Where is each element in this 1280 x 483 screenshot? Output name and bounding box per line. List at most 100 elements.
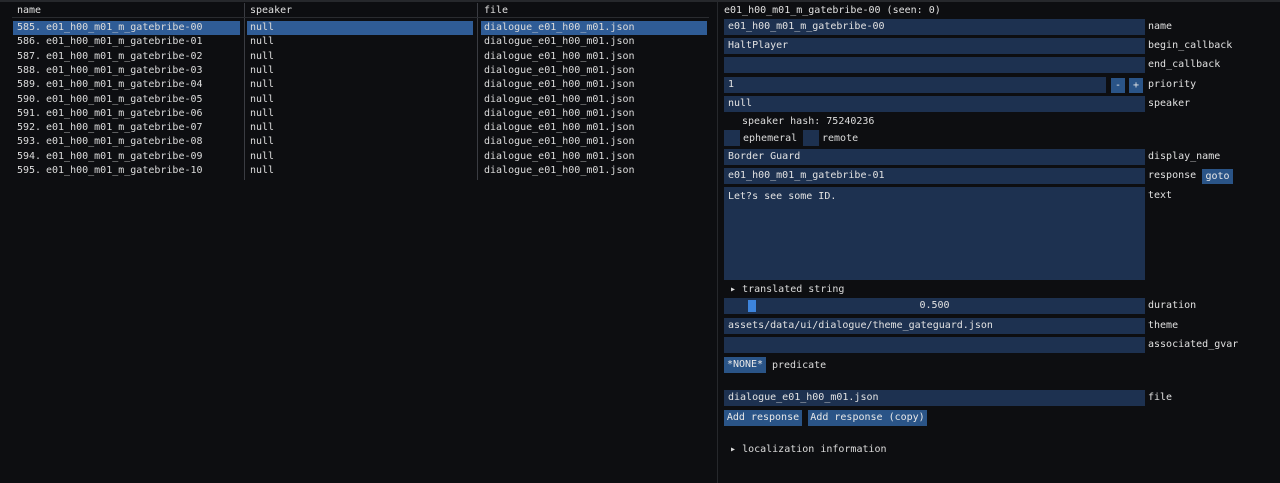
predicate-button[interactable]: *NONE*: [724, 357, 766, 373]
row-index-cell: 595.: [17, 165, 42, 176]
duration-label: duration: [1148, 300, 1197, 311]
table-row[interactable]: 593. e01_h00_m01_m_gatebribe-08 null dialog…: [0, 135, 717, 149]
add-response-button[interactable]: Add response: [724, 410, 802, 426]
predicate-label: predicate: [772, 360, 827, 371]
associated-gvar-label: associated_gvar: [1148, 339, 1239, 350]
ephemeral-checkbox[interactable]: [724, 130, 740, 146]
row-name-cell: e01_h00_m01_m_gatebribe-01: [46, 36, 203, 48]
end-callback-input[interactable]: [724, 57, 1145, 73]
row-file-cell: dialogue_e01_h00_m01.json: [484, 150, 635, 162]
duration-slider[interactable]: 0.500: [724, 298, 1145, 314]
row-name-cell: e01_h00_m01_m_gatebribe-10: [46, 165, 203, 176]
speaker-label: speaker: [1148, 98, 1191, 109]
text-label: text: [1148, 190, 1173, 201]
row-index-cell: 588.: [17, 64, 42, 76]
name-input[interactable]: e01_h00_m01_m_gatebribe-00: [724, 19, 1145, 35]
response-input[interactable]: e01_h00_m01_m_gatebribe-01: [724, 168, 1145, 184]
table-row[interactable]: 589. e01_h00_m01_m_gatebribe-04 null dialog…: [0, 78, 717, 92]
table-row[interactable]: 592. e01_h00_m01_m_gatebribe-07 null dialog…: [0, 121, 717, 135]
row-name-cell: e01_h00_m01_m_gatebribe-05: [46, 93, 203, 105]
priority-label: priority: [1148, 79, 1197, 90]
header-divider: [12, 17, 709, 18]
display-name-input[interactable]: Border Guard: [724, 149, 1145, 165]
row-speaker-cell: null: [250, 107, 275, 119]
row-index-cell: 589.: [17, 79, 42, 91]
row-file-cell: dialogue_e01_h00_m01.json: [484, 93, 635, 105]
table-row[interactable]: 591. e01_h00_m01_m_gatebribe-06 null dialog…: [0, 107, 717, 121]
row-speaker-cell: null: [250, 36, 275, 48]
row-index-cell: 593.: [17, 136, 42, 148]
remote-label: remote: [822, 133, 859, 144]
row-file-cell: dialogue_e01_h00_m01.json: [484, 79, 635, 91]
row-selection-highlight: [247, 21, 473, 35]
file-input[interactable]: dialogue_e01_h00_m01.json: [724, 390, 1145, 406]
column-header-name[interactable]: name: [17, 4, 41, 17]
row-file-cell: dialogue_e01_h00_m01.json: [484, 165, 635, 176]
row-speaker-cell: null: [250, 122, 275, 134]
speaker-input[interactable]: null: [724, 96, 1145, 112]
table-row[interactable]: 587. e01_h00_m01_m_gatebribe-02 null dialog…: [0, 50, 717, 64]
row-speaker-cell: null: [250, 165, 275, 176]
translated-string-tree-node[interactable]: ▸ translated string: [730, 283, 844, 296]
row-file-cell: dialogue_e01_h00_m01.json: [484, 36, 635, 48]
row-index-cell: 590.: [17, 93, 42, 105]
begin-callback-label: begin_callback: [1148, 40, 1233, 51]
remote-checkbox[interactable]: [803, 130, 819, 146]
row-speaker-cell: null: [250, 79, 275, 91]
row-file-cell: dialogue_e01_h00_m01.json: [484, 22, 635, 33]
column-header-file[interactable]: file: [484, 4, 508, 17]
row-name-cell: e01_h00_m01_m_gatebribe-02: [46, 50, 203, 62]
table-row[interactable]: 588. e01_h00_m01_m_gatebribe-03 null dialog…: [0, 64, 717, 78]
table-row[interactable]: 590. e01_h00_m01_m_gatebribe-05 null dialog…: [0, 93, 717, 107]
priority-increment-button[interactable]: +: [1129, 78, 1143, 93]
display-name-label: display_name: [1148, 151, 1221, 162]
row-name-cell: e01_h00_m01_m_gatebribe-08: [46, 136, 203, 148]
row-index-cell: 585.: [17, 22, 42, 33]
end-callback-label: end_callback: [1148, 59, 1221, 70]
add-response-copy-button[interactable]: Add response (copy): [808, 410, 927, 426]
speaker-hash-text: speaker hash: 75240236: [742, 116, 875, 127]
begin-callback-input[interactable]: HaltPlayer: [724, 38, 1145, 54]
row-name-cell: e01_h00_m01_m_gatebribe-03: [46, 64, 203, 76]
localization-information-tree-node[interactable]: ▸ localization information: [730, 443, 887, 456]
priority-input[interactable]: 1: [724, 77, 1106, 93]
table-row[interactable]: 594. e01_h00_m01_m_gatebribe-09 null dialog…: [0, 150, 717, 164]
row-name-cell: e01_h00_m01_m_gatebribe-00: [46, 22, 203, 33]
theme-label: theme: [1148, 320, 1179, 331]
row-index-cell: 594.: [17, 150, 42, 162]
table-row[interactable]: 595. e01_h00_m01_m_gatebribe-10 null dialog…: [0, 164, 717, 178]
row-file-cell: dialogue_e01_h00_m01.json: [484, 136, 635, 148]
row-name-cell: e01_h00_m01_m_gatebribe-09: [46, 150, 203, 162]
column-header-speaker[interactable]: speaker: [250, 4, 292, 17]
text-textarea[interactable]: Let?s see some ID.: [724, 187, 1145, 280]
editor-title: e01_h00_m01_m_gatebribe-00 (seen: 0): [724, 5, 941, 16]
associated-gvar-input[interactable]: [724, 337, 1145, 353]
row-file-cell: dialogue_e01_h00_m01.json: [484, 64, 635, 76]
localization-information-label: localization information: [742, 444, 887, 455]
row-name-cell: e01_h00_m01_m_gatebribe-04: [46, 79, 203, 91]
row-speaker-cell: null: [250, 22, 275, 33]
row-file-cell: dialogue_e01_h00_m01.json: [484, 107, 635, 119]
row-index-cell: 591.: [17, 107, 42, 119]
tree-arrow-icon: ▸: [730, 444, 737, 455]
row-index-cell: 586.: [17, 36, 42, 48]
row-speaker-cell: null: [250, 136, 275, 148]
tree-arrow-icon: ▸: [730, 284, 737, 295]
row-speaker-cell: null: [250, 64, 275, 76]
duration-value: 0.500: [919, 300, 950, 311]
row-index-cell: 592.: [17, 122, 42, 134]
goto-button[interactable]: goto: [1202, 169, 1233, 184]
translated-string-label: translated string: [742, 284, 845, 295]
dialogue-editor-panel: e01_h00_m01_m_gatebribe-00 (seen: 0) e01…: [718, 0, 1280, 483]
table-row[interactable]: 586. e01_h00_m01_m_gatebribe-01 null dialog…: [0, 35, 717, 49]
row-file-cell: dialogue_e01_h00_m01.json: [484, 122, 635, 134]
row-name-cell: e01_h00_m01_m_gatebribe-06: [46, 107, 203, 119]
theme-input[interactable]: assets/data/ui/dialogue/theme_gateguard.…: [724, 318, 1145, 334]
priority-decrement-button[interactable]: -: [1111, 78, 1125, 93]
response-label: response: [1148, 170, 1197, 181]
name-label: name: [1148, 21, 1173, 32]
row-index-cell: 587.: [17, 50, 42, 62]
row-name-cell: e01_h00_m01_m_gatebribe-07: [46, 122, 203, 134]
row-file-cell: dialogue_e01_h00_m01.json: [484, 50, 635, 62]
table-row[interactable]: 585. e01_h00_m01_m_gatebribe-00 null dialog…: [0, 21, 717, 35]
